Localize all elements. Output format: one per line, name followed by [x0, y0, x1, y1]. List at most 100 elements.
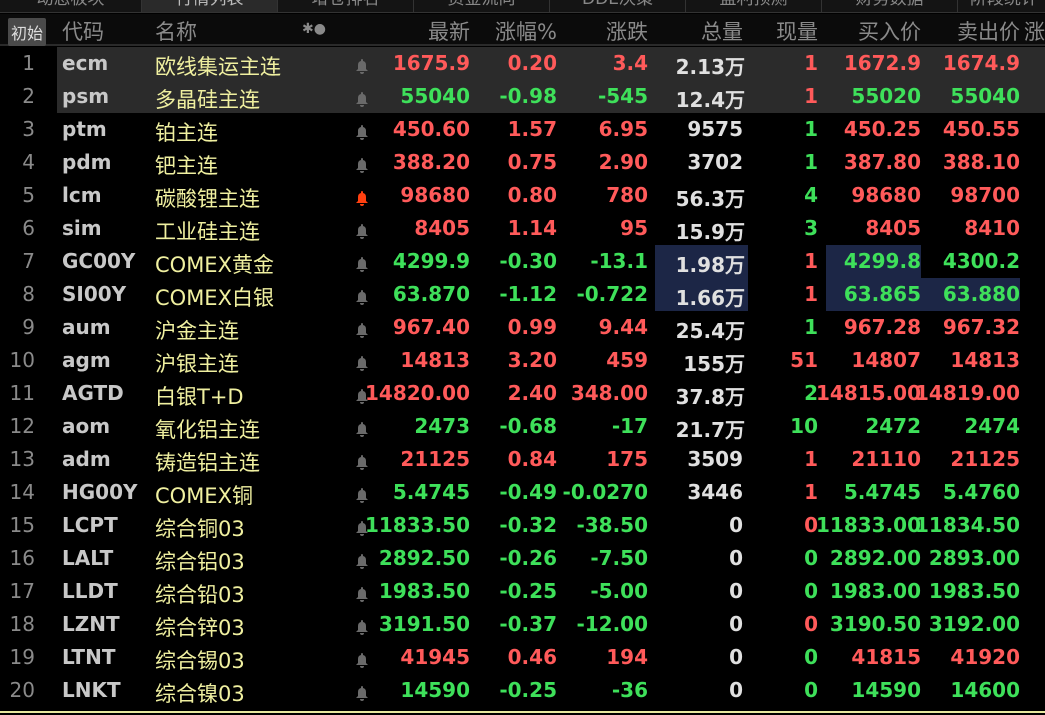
alert-bell-icon[interactable] — [354, 583, 370, 602]
alert-bell-icon[interactable] — [354, 286, 370, 305]
tab-4[interactable]: DDE决策 — [550, 0, 686, 12]
tab-7[interactable]: 阶段统计 — [958, 0, 1045, 12]
table-row[interactable]: 19 LTNT 综合锡03 41945 0.46 194 0 0 41815 4… — [0, 641, 1045, 674]
alert-bell-icon[interactable] — [354, 682, 370, 701]
alert-toggle-icon[interactable]: ✱● — [302, 21, 326, 37]
symbol-code: aom — [62, 414, 111, 438]
alert-bell-icon[interactable] — [354, 154, 370, 173]
col-sell[interactable]: 卖出价 — [957, 16, 1020, 46]
change: -36 — [611, 678, 648, 702]
table-row[interactable]: 17 LLDT 综合铅03 1983.50 -0.25 -5.00 0 0 19… — [0, 575, 1045, 608]
ask-price: 11834.50 — [914, 513, 1020, 537]
col-name[interactable]: 名称 — [155, 16, 197, 46]
col-more[interactable]: 涨 — [1024, 16, 1045, 46]
alert-bell-icon[interactable] — [354, 484, 370, 503]
table-row[interactable]: 12 aom 氧化铝主连 2473 -0.68 -17 21.7万 10 247… — [0, 410, 1045, 443]
table-row[interactable]: 8 SI00Y COMEX白银 63.870 -1.12 -0.722 1.66… — [0, 278, 1045, 311]
volume-value: 0 — [729, 546, 743, 570]
alert-bell-icon[interactable] — [354, 55, 370, 74]
tab-2[interactable]: 增仓排名 — [278, 0, 414, 12]
volume-unit: 万 — [725, 187, 745, 211]
ask-price: 55040 — [950, 84, 1020, 108]
alert-bell-icon[interactable] — [354, 220, 370, 239]
table-row[interactable]: 13 adm 铸造铝主连 21125 0.84 175 3509 1 21110… — [0, 443, 1045, 476]
table-row[interactable]: 18 LZNT 综合锌03 3191.50 -0.37 -12.00 0 0 3… — [0, 608, 1045, 641]
bid-price: 14590 — [851, 678, 921, 702]
alert-bell-icon[interactable] — [354, 352, 370, 371]
table-row[interactable]: 14 HG00Y COMEX铜 5.4745 -0.49 -0.0270 344… — [0, 476, 1045, 509]
table-row[interactable]: 16 LALT 综合铝03 2892.50 -0.26 -7.50 0 0 28… — [0, 542, 1045, 575]
volume: 9575 — [687, 117, 743, 141]
alert-bell-icon[interactable] — [354, 418, 370, 437]
latest-price: 11833.50 — [364, 513, 470, 537]
col-latest[interactable]: 最新 — [428, 16, 470, 46]
symbol-code: aum — [62, 315, 111, 339]
symbol-code: LCPT — [62, 513, 118, 537]
volume: 0 — [729, 612, 743, 636]
alert-bell-icon[interactable] — [354, 319, 370, 338]
symbol-name: 综合铜03 — [155, 517, 245, 541]
volume: 3446 — [687, 480, 743, 504]
table-row[interactable]: 1 ecm 欧线集运主连 1675.9 0.20 3.4 2.13万 1 167… — [0, 47, 1045, 80]
current-volume: 1 — [804, 150, 818, 174]
col-current[interactable]: 现量 — [776, 16, 818, 46]
change: -7.50 — [590, 546, 648, 570]
alert-bell-icon[interactable] — [354, 121, 370, 140]
table-row[interactable]: 2 psm 多晶硅主连 55040 -0.98 -545 12.4万 1 550… — [0, 80, 1045, 113]
symbol-name: 沪金主连 — [155, 319, 239, 343]
tab-6[interactable]: 财务数据 — [822, 0, 958, 12]
col-volume[interactable]: 总量 — [701, 16, 743, 46]
change: -0.722 — [576, 282, 648, 306]
table-row[interactable]: 4 pdm 钯主连 388.20 0.75 2.90 3702 1 387.80… — [0, 146, 1045, 179]
table-row[interactable]: 9 aum 沪金主连 967.40 0.99 9.44 25.4万 1 967.… — [0, 311, 1045, 344]
symbol-name: 多晶硅主连 — [155, 88, 260, 112]
volume-unit: 万 — [725, 319, 745, 343]
change-percent: 1.14 — [507, 216, 557, 240]
row-number: 6 — [22, 216, 35, 240]
symbol-name: 碳酸锂主连 — [155, 187, 260, 211]
tab-3[interactable]: 资金流向 — [414, 0, 550, 12]
volume-value: 155 — [683, 352, 725, 376]
table-row[interactable]: 5 lcm 碳酸锂主连 98680 0.80 780 56.3万 4 98680… — [0, 179, 1045, 212]
col-pct[interactable]: 涨幅% — [495, 16, 557, 46]
latest-price: 14813 — [400, 348, 470, 372]
current-volume: 4 — [804, 183, 818, 207]
current-volume: 1 — [804, 84, 818, 108]
alert-bell-icon[interactable] — [354, 649, 370, 668]
table-row[interactable]: 20 LNKT 综合镍03 14590 -0.25 -36 0 0 14590 … — [0, 674, 1045, 707]
current-volume: 0 — [804, 546, 818, 570]
symbol-name: 综合铝03 — [155, 550, 245, 574]
tab-0[interactable]: 动态板块 — [0, 0, 142, 12]
alert-bell-icon[interactable] — [354, 451, 370, 470]
alert-bell-icon[interactable] — [354, 187, 370, 206]
alert-bell-icon[interactable] — [354, 88, 370, 107]
volume: 3702 — [687, 150, 743, 174]
col-code[interactable]: 代码 — [62, 16, 104, 46]
row-number: 10 — [9, 348, 35, 372]
col-buy[interactable]: 买入价 — [858, 16, 921, 46]
tab-5[interactable]: 盈利预测 — [686, 0, 822, 12]
table-row[interactable]: 11 AGTD 白银T+D 14820.00 2.40 348.00 37.8万… — [0, 377, 1045, 410]
tab-1[interactable]: 行情列表 — [142, 0, 278, 12]
current-volume: 1 — [804, 117, 818, 141]
table-row[interactable]: 6 sim 工业硅主连 8405 1.14 95 15.9万 3 8405 84… — [0, 212, 1045, 245]
table-row[interactable]: 15 LCPT 综合铜03 11833.50 -0.32 -38.50 0 0 … — [0, 509, 1045, 542]
col-change[interactable]: 涨跌 — [606, 16, 648, 46]
ask-price: 1983.50 — [928, 579, 1020, 603]
change: 780 — [606, 183, 648, 207]
symbol-code: HG00Y — [62, 480, 138, 504]
alert-bell-icon[interactable] — [354, 616, 370, 635]
alert-bell-icon[interactable] — [354, 253, 370, 272]
change: -17 — [611, 414, 648, 438]
reset-sort-button[interactable]: 初始 — [8, 18, 47, 46]
ask-price: 21125 — [950, 447, 1020, 471]
change-percent: -0.26 — [499, 546, 557, 570]
table-row[interactable]: 10 agm 沪银主连 14813 3.20 459 155万 51 14807… — [0, 344, 1045, 377]
volume-value: 0 — [729, 612, 743, 636]
row-number: 1 — [22, 51, 35, 75]
volume: 12.4万 — [676, 84, 745, 113]
bid-price: 967.28 — [843, 315, 921, 339]
table-row[interactable]: 7 GC00Y COMEX黄金 4299.9 -0.30 -13.1 1.98万… — [0, 245, 1045, 278]
alert-bell-icon[interactable] — [354, 550, 370, 569]
table-row[interactable]: 3 ptm 铂主连 450.60 1.57 6.95 9575 1 450.25… — [0, 113, 1045, 146]
